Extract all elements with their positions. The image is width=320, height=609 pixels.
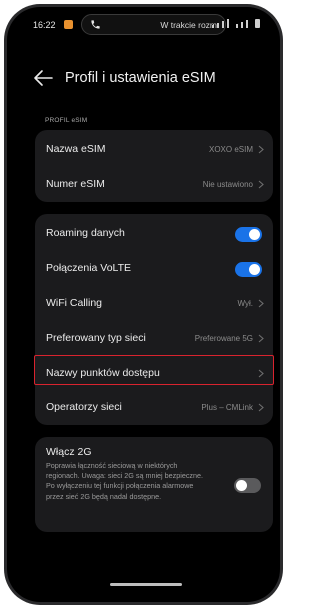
home-indicator[interactable] (110, 583, 182, 586)
network-type-row[interactable]: Preferowany typ sieci Preferowane 5G (35, 321, 273, 356)
volte-toggle[interactable] (235, 262, 262, 277)
esim-name-row[interactable]: Nazwa eSIM XOXO eSIM (35, 132, 273, 167)
esim-number-value: Nie ustawiono (202, 180, 253, 189)
network-type-label: Preferowany typ sieci (46, 332, 146, 344)
chevron-right-icon (258, 145, 264, 154)
network-operators-row[interactable]: Operatorzy sieci Plus – CMLink (35, 390, 273, 425)
wifi-calling-value: Wył. (237, 299, 253, 308)
chevron-right-icon (258, 369, 264, 378)
enable-2g-toggle[interactable] (234, 478, 261, 493)
chevron-right-icon (258, 299, 264, 308)
network-operators-value: Plus – CMLink (201, 403, 253, 412)
section-label: PROFIL eSIM (45, 117, 88, 124)
esim-name-value: XOXO eSIM (208, 145, 253, 154)
enable-2g-description: Poprawia łączność sieciową w niektórych … (46, 461, 204, 501)
apn-label: Nazwy punktów dostępu (46, 367, 160, 379)
network-operators-label: Operatorzy sieci (46, 401, 122, 413)
chevron-right-icon (258, 334, 264, 343)
data-roaming-toggle[interactable] (235, 227, 262, 242)
ongoing-call-pill[interactable]: W trakcie rozm (81, 14, 226, 35)
esim-number-row[interactable]: Numer eSIM Nie ustawiono (35, 167, 273, 202)
data-roaming-label: Roaming danych (46, 227, 125, 239)
signal-icon (212, 19, 260, 28)
esim-profile-card: Nazwa eSIM XOXO eSIM Numer eSIM Nie usta… (35, 130, 273, 202)
status-time: 16:22 (33, 20, 56, 30)
data-roaming-row: Roaming danych (35, 216, 273, 251)
enable-2g-title: Włącz 2G (46, 446, 92, 458)
notification-app-icon (64, 20, 73, 29)
enable-2g-card: Włącz 2G Poprawia łączność sieciową w ni… (35, 437, 273, 532)
screen: 16:22 W trakcie rozm Profil i ustawienia… (7, 7, 280, 602)
page-title: Profil i ustawienia eSIM (65, 70, 216, 86)
status-bar: 16:22 W trakcie rozm (7, 7, 280, 39)
wifi-calling-row[interactable]: WiFi Calling Wył. (35, 286, 273, 321)
volte-row: Połączenia VoLTE (35, 251, 273, 286)
esim-name-label: Nazwa eSIM (46, 143, 106, 155)
call-status-text: W trakcie rozm (160, 20, 217, 30)
phone-frame: 16:22 W trakcie rozm Profil i ustawienia… (4, 4, 283, 605)
chevron-right-icon (258, 403, 264, 412)
apn-row[interactable]: Nazwy punktów dostępu (35, 356, 273, 391)
back-arrow-icon[interactable] (33, 69, 53, 87)
volte-label: Połączenia VoLTE (46, 262, 132, 274)
wifi-calling-label: WiFi Calling (46, 297, 103, 309)
chevron-right-icon (258, 180, 264, 189)
esim-number-label: Numer eSIM (46, 178, 105, 190)
header: Profil i ustawienia eSIM (7, 63, 280, 93)
phone-icon (91, 20, 100, 29)
network-type-value: Preferowane 5G (194, 334, 253, 343)
network-settings-card: Roaming danych Połączenia VoLTE WiFi Cal… (34, 214, 274, 425)
